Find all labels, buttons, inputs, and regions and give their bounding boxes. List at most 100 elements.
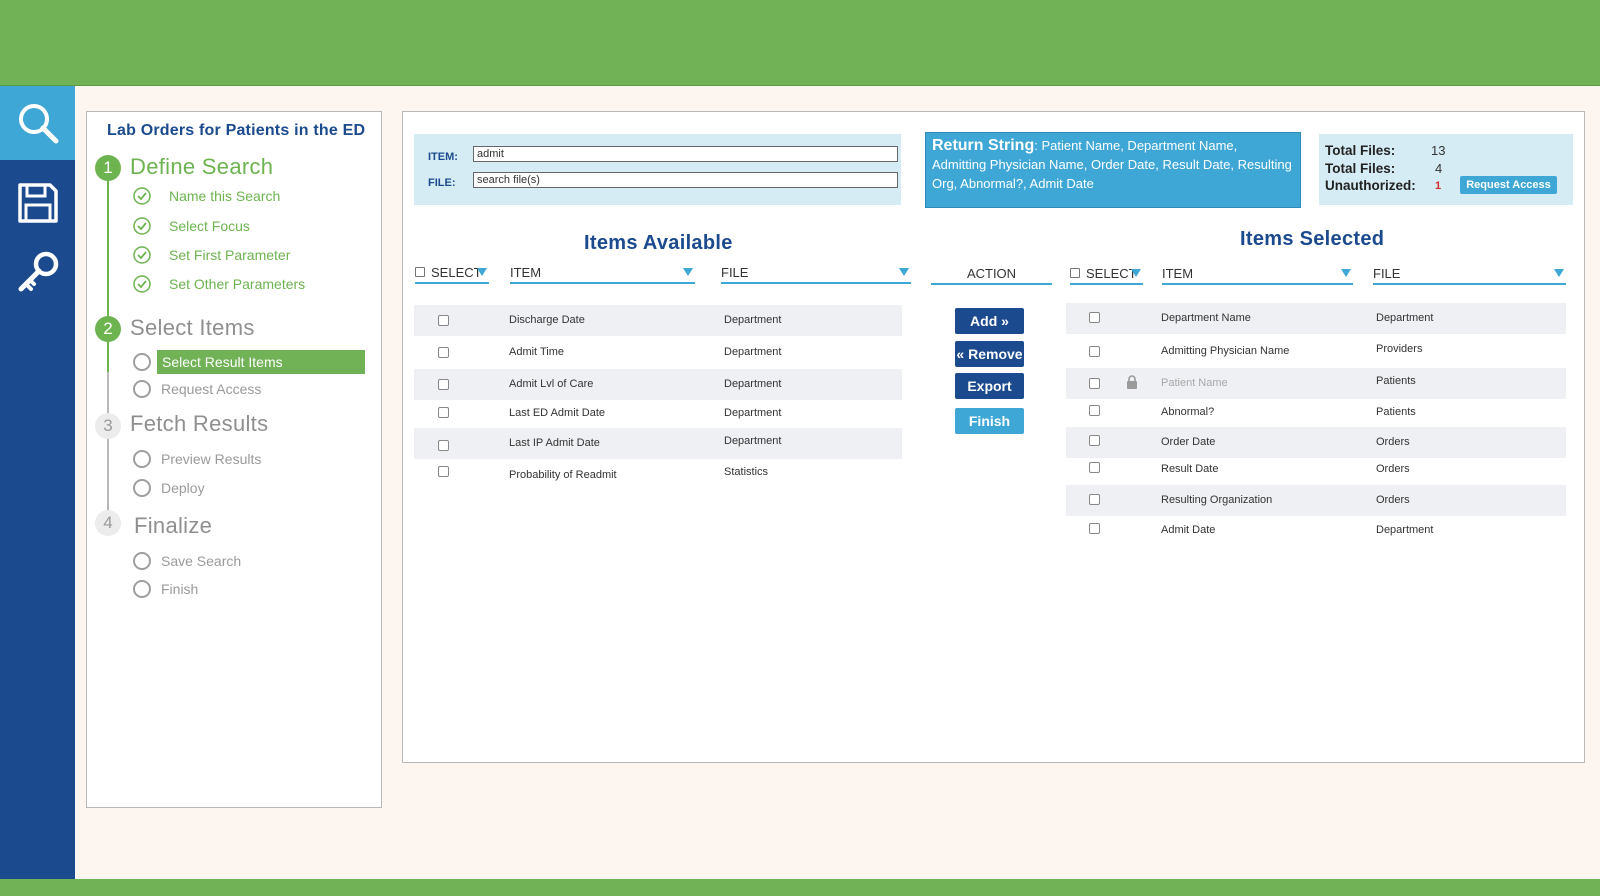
step-1-item-select-focus[interactable]: Select Focus — [133, 217, 250, 235]
step-3-title[interactable]: Fetch Results — [130, 411, 268, 437]
wizard-panel: Lab Orders for Patients in the ED 1 Defi… — [86, 111, 382, 808]
caret-down-icon[interactable] — [1131, 269, 1141, 277]
step-2-title[interactable]: Select Items — [130, 315, 255, 341]
select-all-checkbox[interactable] — [415, 267, 425, 277]
items-selected-title: Items Selected — [1240, 228, 1385, 250]
row-checkbox[interactable] — [1089, 346, 1100, 357]
sidebar-item-search[interactable] — [0, 86, 75, 160]
available-row[interactable]: Admit Lvl of Care Department — [414, 369, 902, 400]
row-checkbox[interactable] — [1089, 435, 1100, 446]
row-checkbox[interactable] — [1089, 523, 1100, 534]
request-access-button[interactable]: Request Access — [1460, 176, 1557, 194]
row-checkbox[interactable] — [1089, 378, 1100, 389]
radio-button[interactable] — [133, 580, 151, 598]
key-icon — [18, 251, 58, 292]
search-box: ITEM: FILE: — [414, 134, 901, 205]
item-label: ITEM: — [428, 151, 458, 163]
caret-down-icon[interactable] — [1554, 269, 1564, 277]
total-files-value: 13 — [1431, 143, 1446, 158]
step-3-item-preview-results[interactable]: Preview Results — [133, 450, 261, 468]
selected-select-header[interactable]: SELECT — [1070, 265, 1143, 285]
row-checkbox[interactable] — [438, 466, 449, 477]
available-row[interactable]: Last IP Admit Date Department — [414, 428, 902, 459]
caret-down-icon[interactable] — [1341, 269, 1351, 277]
radio-button[interactable] — [133, 450, 151, 468]
available-item-header[interactable]: ITEM — [510, 264, 695, 284]
finish-button[interactable]: Finish — [955, 408, 1024, 434]
row-checkbox[interactable] — [438, 347, 449, 358]
row-checkbox[interactable] — [438, 379, 449, 390]
sidebar-item-access[interactable] — [0, 236, 75, 310]
items-available-title: Items Available — [584, 232, 733, 254]
sidebar — [0, 86, 75, 879]
selected-row[interactable]: Result Date Orders — [1066, 454, 1566, 485]
selected-row[interactable]: Patient Name Patients — [1066, 368, 1566, 399]
selected-file-header[interactable]: FILE — [1373, 265, 1566, 285]
sidebar-item-save[interactable] — [0, 166, 75, 240]
row-checkbox[interactable] — [1089, 494, 1100, 505]
step-4-item-save-search[interactable]: Save Search — [133, 552, 241, 570]
step-4-title[interactable]: Finalize — [134, 513, 212, 539]
selected-item-header[interactable]: ITEM — [1162, 265, 1353, 285]
step-2-number: 2 — [95, 316, 121, 342]
selected-row[interactable]: Admit Date Department — [1066, 515, 1566, 546]
available-row[interactable]: Discharge Date Department — [414, 305, 902, 336]
check-circle-icon — [133, 217, 151, 235]
available-row[interactable]: Probability of Readmit Statistics — [414, 460, 902, 491]
step-1-item-other-parameters[interactable]: Set Other Parameters — [133, 275, 305, 293]
progress-line-todo — [107, 372, 109, 522]
selected-row[interactable]: Admitting Physician Name Providers — [1066, 336, 1566, 367]
radio-button[interactable] — [133, 552, 151, 570]
row-checkbox[interactable] — [1089, 312, 1100, 323]
check-circle-icon — [133, 246, 151, 264]
radio-button[interactable] — [133, 479, 151, 497]
top-banner — [0, 0, 1600, 86]
row-checkbox[interactable] — [1089, 462, 1100, 473]
row-checkbox[interactable] — [438, 315, 449, 326]
active-step-select-result-items[interactable]: Select Result Items — [157, 350, 365, 374]
row-checkbox[interactable] — [1089, 405, 1100, 416]
return-string-label: Return String — [932, 137, 1035, 154]
add-button[interactable]: Add » — [955, 308, 1024, 334]
export-button[interactable]: Export — [955, 373, 1024, 399]
step-3-item-deploy[interactable]: Deploy — [133, 479, 205, 497]
selected-row[interactable]: Resulting Organization Orders — [1066, 485, 1566, 516]
available-row[interactable]: Admit Time Department — [414, 337, 902, 368]
totals-box: Total Files: 13 Total Files: 4 Unauthori… — [1319, 134, 1573, 205]
radio-button[interactable] — [133, 380, 151, 398]
save-icon — [17, 183, 58, 223]
step-1-item-name-search[interactable]: Name this Search — [133, 187, 280, 205]
selected-row[interactable]: Abnormal? Patients — [1066, 397, 1566, 428]
lock-icon — [1126, 375, 1138, 392]
total-files-label: Total Files: — [1325, 143, 1396, 158]
progress-line-done — [107, 172, 109, 332]
radio-button[interactable] — [133, 353, 151, 371]
row-checkbox[interactable] — [438, 440, 449, 451]
row-checkbox[interactable] — [438, 407, 449, 418]
selected-row[interactable]: Department Name Department — [1066, 303, 1566, 334]
remove-button[interactable]: « Remove — [955, 341, 1024, 367]
file-search-input[interactable] — [473, 172, 898, 188]
check-circle-icon — [133, 275, 151, 293]
step-3-number: 3 — [95, 413, 121, 439]
step-2-item-request-access[interactable]: Request Access — [133, 380, 261, 398]
caret-down-icon[interactable] — [683, 268, 693, 276]
select-all-checkbox[interactable] — [1070, 268, 1080, 278]
step-1-title[interactable]: Define Search — [130, 154, 273, 180]
action-header: ACTION — [931, 265, 1052, 285]
step-4-number: 4 — [95, 510, 121, 536]
total-files-value-2: 4 — [1435, 161, 1443, 176]
check-circle-icon — [133, 187, 151, 205]
available-file-header[interactable]: FILE — [721, 264, 911, 284]
step-4-item-finish[interactable]: Finish — [133, 580, 198, 598]
caret-down-icon[interactable] — [899, 268, 909, 276]
item-search-input[interactable] — [473, 146, 898, 162]
search-icon — [18, 104, 58, 144]
total-files-label-2: Total Files: — [1325, 161, 1396, 176]
bottom-banner — [0, 879, 1600, 896]
available-row[interactable]: Last ED Admit Date Department — [414, 398, 902, 429]
caret-down-icon[interactable] — [477, 268, 487, 276]
step-1-item-first-parameter[interactable]: Set First Parameter — [133, 246, 290, 264]
available-select-header[interactable]: SELECT — [415, 264, 489, 284]
step-1-number: 1 — [95, 155, 121, 181]
